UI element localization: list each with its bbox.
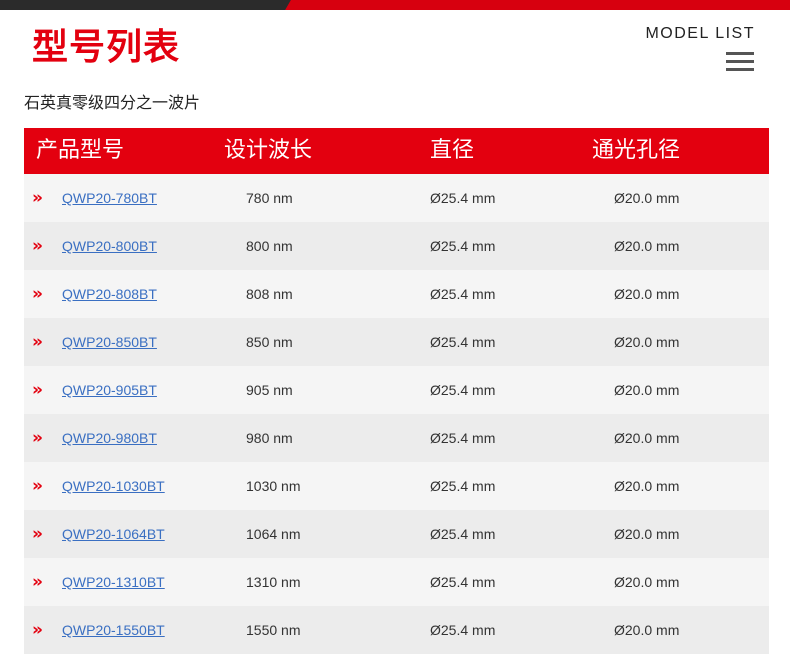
- table-row: » QWP20-905BT 905 nm Ø25.4 mm Ø20.0 mm: [24, 366, 769, 414]
- diameter-cell: Ø25.4 mm: [430, 622, 496, 638]
- hamburger-menu-icon[interactable]: [726, 52, 754, 74]
- model-link[interactable]: QWP20-808BT: [62, 270, 157, 318]
- chevron-right-icon: »: [32, 524, 43, 544]
- product-subtitle: 石英真零级四分之一波片: [24, 93, 201, 112]
- diameter-cell: Ø25.4 mm: [430, 574, 496, 590]
- header-wavelength: 设计波长: [224, 138, 313, 163]
- table-row: » QWP20-1064BT 1064 nm Ø25.4 mm Ø20.0 mm: [24, 510, 769, 558]
- diameter-cell: Ø25.4 mm: [430, 286, 496, 302]
- chevron-right-icon: »: [32, 236, 43, 256]
- model-link[interactable]: QWP20-1030BT: [62, 462, 165, 510]
- chevron-right-icon: »: [32, 380, 43, 400]
- model-link[interactable]: QWP20-980BT: [62, 414, 157, 462]
- aperture-cell: Ø20.0 mm: [614, 238, 680, 254]
- header-clear-aperture: 通光孔径: [592, 138, 681, 163]
- aperture-cell: Ø20.0 mm: [614, 478, 680, 494]
- chevron-right-icon: »: [32, 188, 43, 208]
- diameter-cell: Ø25.4 mm: [430, 190, 496, 206]
- table-row: » QWP20-1030BT 1030 nm Ø25.4 mm Ø20.0 mm: [24, 462, 769, 510]
- chevron-right-icon: »: [32, 572, 43, 592]
- wavelength-cell: 1064 nm: [246, 526, 301, 542]
- table-row: » QWP20-808BT 808 nm Ø25.4 mm Ø20.0 mm: [24, 270, 769, 318]
- wavelength-cell: 1550 nm: [246, 622, 301, 638]
- header-diameter: 直径: [430, 138, 475, 163]
- diameter-cell: Ø25.4 mm: [430, 238, 496, 254]
- table-row: » QWP20-1550BT 1550 nm Ø25.4 mm Ø20.0 mm: [24, 606, 769, 654]
- table-header: 产品型号 设计波长 直径 通光孔径: [24, 128, 769, 174]
- wavelength-cell: 780 nm: [246, 190, 293, 206]
- diameter-cell: Ø25.4 mm: [430, 526, 496, 542]
- model-link[interactable]: QWP20-1310BT: [62, 558, 165, 606]
- chevron-right-icon: »: [32, 284, 43, 304]
- wavelength-cell: 808 nm: [246, 286, 293, 302]
- aperture-cell: Ø20.0 mm: [614, 190, 680, 206]
- aperture-cell: Ø20.0 mm: [614, 526, 680, 542]
- top-red-stripe: [285, 0, 790, 10]
- model-link[interactable]: QWP20-780BT: [62, 174, 157, 222]
- diameter-cell: Ø25.4 mm: [430, 382, 496, 398]
- model-link[interactable]: QWP20-850BT: [62, 318, 157, 366]
- wavelength-cell: 800 nm: [246, 238, 293, 254]
- table-row: » QWP20-980BT 980 nm Ø25.4 mm Ø20.0 mm: [24, 414, 769, 462]
- aperture-cell: Ø20.0 mm: [614, 286, 680, 302]
- chevron-right-icon: »: [32, 428, 43, 448]
- aperture-cell: Ø20.0 mm: [614, 382, 680, 398]
- chevron-right-icon: »: [32, 476, 43, 496]
- aperture-cell: Ø20.0 mm: [614, 334, 680, 350]
- model-table: 产品型号 设计波长 直径 通光孔径 » QWP20-780BT 780 nm Ø25.…: [24, 128, 769, 654]
- wavelength-cell: 980 nm: [246, 430, 293, 446]
- diameter-cell: Ø25.4 mm: [430, 334, 496, 350]
- wavelength-cell: 1310 nm: [246, 574, 301, 590]
- table-row: » QWP20-780BT 780 nm Ø25.4 mm Ø20.0 mm: [24, 174, 769, 222]
- aperture-cell: Ø20.0 mm: [614, 574, 680, 590]
- model-list-label: MODEL LIST: [645, 25, 755, 42]
- chevron-right-icon: »: [32, 332, 43, 352]
- header-model: 产品型号: [36, 138, 125, 163]
- wavelength-cell: 1030 nm: [246, 478, 301, 494]
- table-body: » QWP20-780BT 780 nm Ø25.4 mm Ø20.0 mm » QWP20…: [24, 174, 769, 654]
- diameter-cell: Ø25.4 mm: [430, 430, 496, 446]
- model-link[interactable]: QWP20-905BT: [62, 366, 157, 414]
- table-row: » QWP20-1310BT 1310 nm Ø25.4 mm Ø20.0 mm: [24, 558, 769, 606]
- model-link[interactable]: QWP20-800BT: [62, 222, 157, 270]
- model-link[interactable]: QWP20-1550BT: [62, 606, 165, 654]
- page-title: 型号列表: [32, 27, 181, 68]
- wavelength-cell: 850 nm: [246, 334, 293, 350]
- chevron-right-icon: »: [32, 620, 43, 640]
- model-link[interactable]: QWP20-1064BT: [62, 510, 165, 558]
- aperture-cell: Ø20.0 mm: [614, 430, 680, 446]
- wavelength-cell: 905 nm: [246, 382, 293, 398]
- top-decorative-bar: [0, 0, 790, 10]
- table-row: » QWP20-800BT 800 nm Ø25.4 mm Ø20.0 mm: [24, 222, 769, 270]
- aperture-cell: Ø20.0 mm: [614, 622, 680, 638]
- table-row: » QWP20-850BT 850 nm Ø25.4 mm Ø20.0 mm: [24, 318, 769, 366]
- diameter-cell: Ø25.4 mm: [430, 478, 496, 494]
